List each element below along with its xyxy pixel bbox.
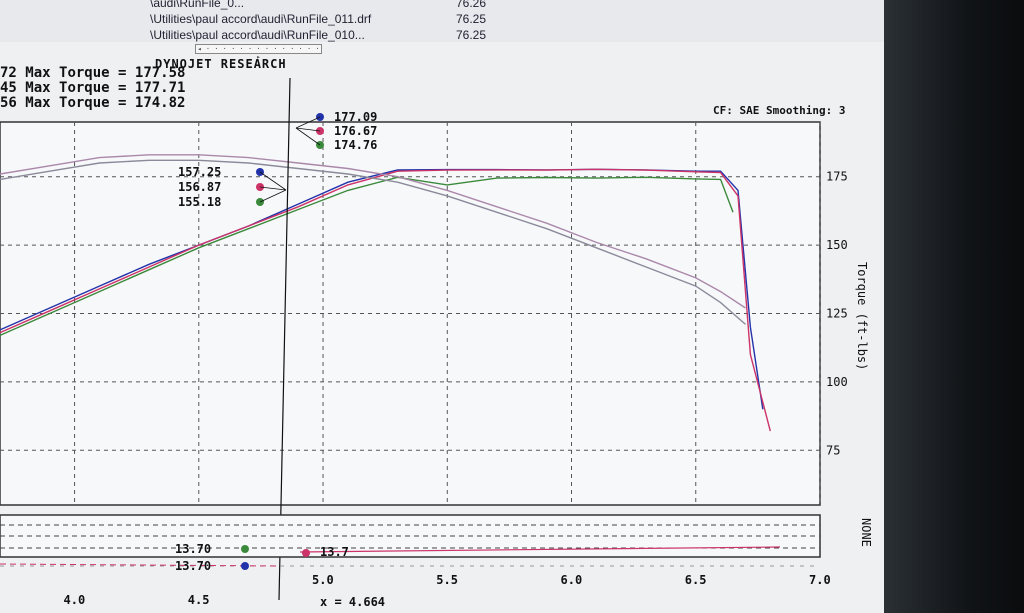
x-tick-label: 4.0 bbox=[64, 593, 86, 607]
cursor-upper-value: 177.09 bbox=[334, 110, 377, 124]
x-tick-label: 7.0 bbox=[809, 573, 831, 587]
y-tick-label: 75 bbox=[826, 443, 840, 457]
torque-chart: 175 150 125 100 75 Torque (ft-lbs) 177.09176… bbox=[0, 77, 873, 609]
x-axis-ticks: 4.0 4.5 5.0 5.5 6.0 6.5 7.0 bbox=[64, 573, 831, 607]
y-tick-label: 175 bbox=[826, 170, 848, 184]
sub-panel-marker bbox=[302, 549, 310, 557]
x-tick-label: 6.5 bbox=[685, 573, 707, 587]
cursor-x-readout: x = 4.664 bbox=[320, 595, 385, 609]
y-tick-label: 100 bbox=[826, 375, 848, 389]
x-tick-label: 6.0 bbox=[561, 573, 583, 587]
y-axis-ticks: 175 150 125 100 75 bbox=[826, 170, 848, 458]
x-tick-label: 4.5 bbox=[188, 593, 210, 607]
y-tick-label: 150 bbox=[826, 238, 848, 252]
sub-panel-marker bbox=[241, 545, 249, 553]
monitor-bezel bbox=[884, 0, 1024, 613]
cursor-lower-value: 155.18 bbox=[178, 195, 221, 209]
y-axis-label: Torque (ft-lbs) bbox=[855, 262, 869, 370]
cursor-upper-value: 174.76 bbox=[334, 138, 377, 152]
sub-panel-value: 13.70 bbox=[175, 559, 211, 573]
y-tick-label: 125 bbox=[826, 307, 848, 321]
cursor-lower-value: 157.25 bbox=[178, 165, 221, 179]
cursor-upper-value: 176.67 bbox=[334, 124, 377, 138]
sub-panel-label: NONE bbox=[859, 518, 873, 547]
x-tick-label: 5.5 bbox=[436, 573, 458, 587]
dyno-screen: \audi\RunFile_0... 76.26 \Utilities\paul … bbox=[0, 0, 884, 613]
sub-panel-value: 13.7 bbox=[320, 545, 349, 559]
x-tick-label: 5.0 bbox=[312, 573, 334, 587]
cursor-lower-value: 156.87 bbox=[178, 180, 221, 194]
sub-panel-marker bbox=[241, 562, 249, 570]
sub-panel-value: 13.70 bbox=[175, 542, 211, 556]
